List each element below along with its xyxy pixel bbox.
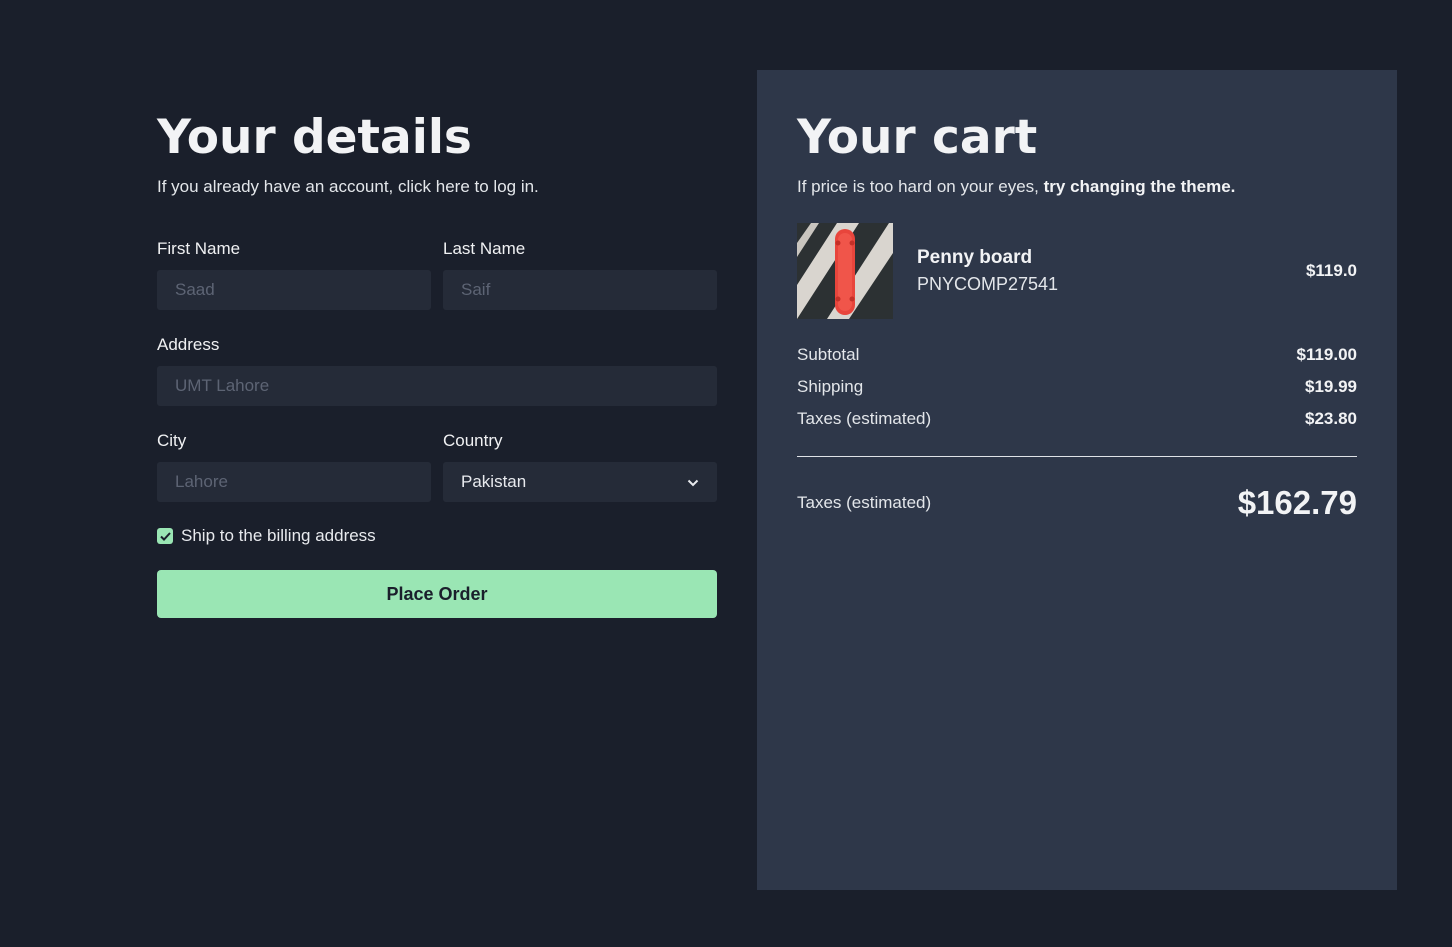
shipping-value: $19.99: [1305, 377, 1357, 396]
subtotal-row: Subtotal $119.00: [797, 339, 1357, 371]
cart-summary: Subtotal $119.00 Shipping $19.99 Taxes (…: [797, 339, 1357, 435]
place-order-button[interactable]: Place Order: [157, 570, 717, 618]
ship-billing-label: Ship to the billing address: [181, 526, 376, 545]
taxes-value: $23.80: [1305, 409, 1357, 428]
cart-item-sku: PNYCOMP27541: [917, 274, 1059, 294]
total-row: Taxes (estimated) $162.79: [797, 483, 1357, 523]
cart-subtitle: If price is too hard on your eyes, try c…: [797, 176, 1357, 198]
cart-item: Penny board PNYCOMP27541 $119.0: [797, 223, 1357, 319]
login-prompt[interactable]: If you already have an account, click he…: [157, 176, 717, 198]
shipping-label: Shipping: [797, 377, 864, 396]
city-label: City: [157, 431, 187, 450]
address-label: Address: [157, 335, 220, 354]
location-row: City Country Pakistan: [157, 430, 717, 502]
last-name-label: Last Name: [443, 239, 526, 258]
subtotal-value: $119.00: [1296, 345, 1357, 364]
chevron-down-icon: [687, 475, 699, 490]
taxes-label: Taxes (estimated): [797, 409, 932, 428]
taxes-row: Taxes (estimated) $23.80: [797, 403, 1357, 435]
country-select[interactable]: Pakistan: [443, 462, 717, 502]
last-name-field: Last Name: [443, 238, 717, 310]
address-input[interactable]: [157, 366, 717, 406]
country-label: Country: [443, 431, 503, 450]
first-name-input[interactable]: [157, 270, 431, 310]
cart-item-name: Penny board: [917, 247, 1033, 268]
first-name-label: First Name: [157, 239, 241, 258]
total-label: Taxes (estimated): [797, 493, 932, 512]
shipping-row: Shipping $19.99: [797, 371, 1357, 403]
first-name-field: First Name: [157, 238, 431, 310]
total-value: $162.79: [1237, 484, 1357, 521]
cart-subtitle-text: If price is too hard on your eyes,: [797, 177, 1044, 196]
cart-item-price: $119.0: [1305, 261, 1357, 280]
theme-link[interactable]: try changing the theme.: [1044, 177, 1236, 196]
last-name-input[interactable]: [443, 270, 717, 310]
country-value: Pakistan: [461, 472, 527, 491]
address-field: Address: [157, 334, 717, 406]
city-input[interactable]: [157, 462, 431, 502]
cart-panel: Your cart If price is too hard on your e…: [757, 70, 1397, 890]
skateboard-image: [797, 223, 893, 319]
address-row: Address: [157, 334, 717, 406]
details-title: Your details: [157, 110, 472, 165]
subtotal-label: Subtotal: [797, 345, 860, 364]
ship-billing-checkbox[interactable]: [157, 528, 173, 544]
cart-item-info: Penny board PNYCOMP27541: [917, 245, 1306, 297]
city-field: City: [157, 430, 431, 502]
country-field: Country Pakistan: [443, 430, 717, 502]
ship-billing-option[interactable]: Ship to the billing address: [157, 524, 717, 548]
details-form: First Name Last Name Address City Countr…: [157, 238, 717, 618]
details-section: Your details If you already have an acco…: [157, 70, 717, 618]
summary-divider: [797, 456, 1357, 457]
name-row: First Name Last Name: [157, 238, 717, 310]
cart-title: Your cart: [797, 110, 1038, 165]
